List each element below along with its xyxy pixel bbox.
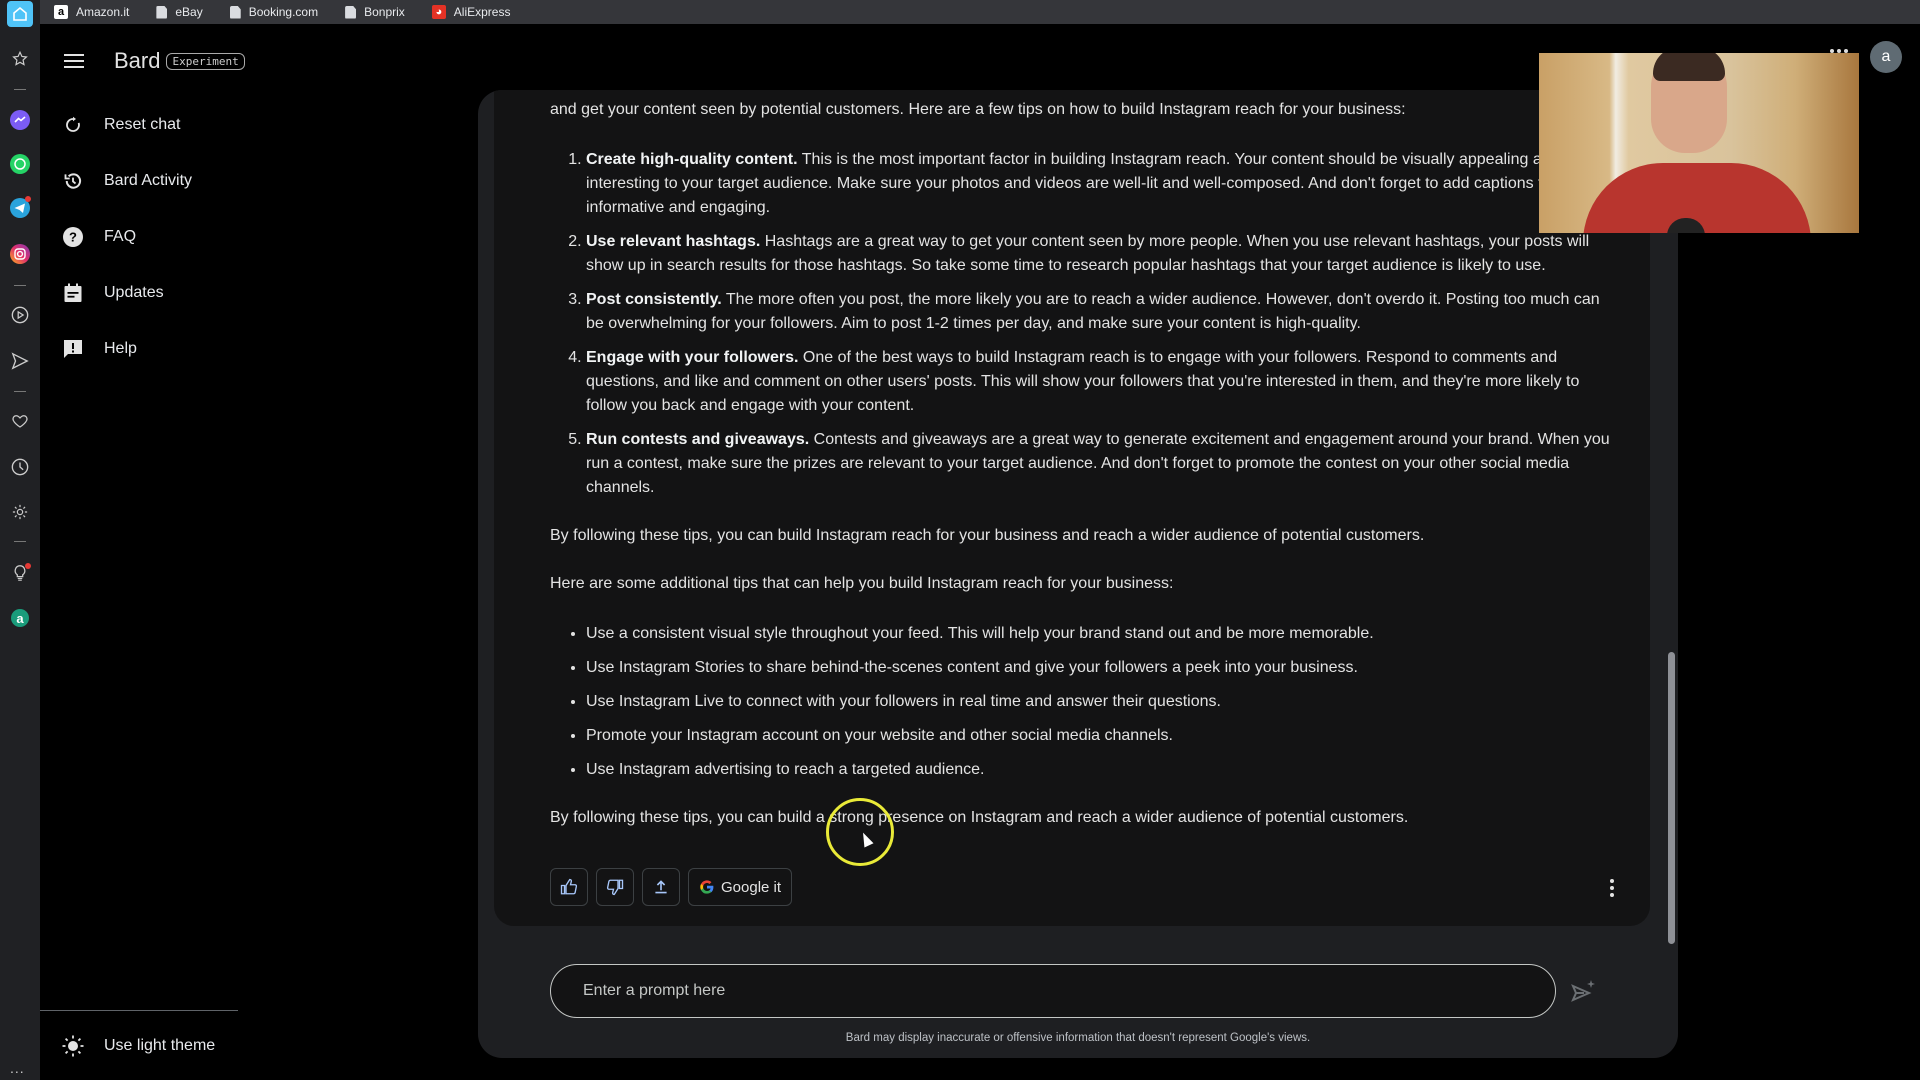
- sidebar-item-label: FAQ: [104, 228, 137, 245]
- thumbs-down-button[interactable]: [596, 868, 634, 906]
- upload-icon: [655, 880, 667, 894]
- rail-more-icon[interactable]: ...: [10, 1060, 25, 1076]
- notification-dot: [25, 563, 31, 569]
- light-theme-toggle[interactable]: Use light theme: [62, 1035, 215, 1057]
- more-options-icon[interactable]: [1602, 876, 1622, 900]
- page-icon: [229, 5, 241, 19]
- bookmark-amazon[interactable]: a Amazon.it: [40, 0, 142, 24]
- sidebar-item-label: Bard Activity: [104, 172, 193, 189]
- send-sparkle-icon: [1571, 980, 1595, 1002]
- feedback-icon: [62, 338, 84, 360]
- thumbs-up-button[interactable]: [550, 868, 588, 906]
- bookmark-booking[interactable]: Booking.com: [216, 0, 331, 24]
- notification-dot: [25, 196, 31, 202]
- list-item: Use a consistent visual style throughout…: [586, 622, 1610, 646]
- sidebar-item-label: Updates: [104, 284, 164, 301]
- list-item: Engage with your followers. One of the b…: [586, 346, 1610, 418]
- send-button[interactable]: [1570, 978, 1596, 1004]
- star-icon[interactable]: [8, 47, 32, 71]
- sidebar-item-label: Help: [104, 340, 137, 357]
- menu-icon[interactable]: [64, 54, 84, 68]
- sidebar-item-bard-activity[interactable]: Bard Activity: [62, 170, 192, 192]
- home-icon[interactable]: [7, 1, 33, 27]
- google-it-label: Google it: [721, 878, 782, 896]
- sidebar-item-reset-chat[interactable]: Reset chat: [62, 114, 180, 136]
- list-item: Use Instagram advertising to reach a tar…: [586, 758, 1610, 782]
- thumbs-up-icon: [560, 878, 578, 895]
- response-summary: By following these tips, you can build I…: [550, 527, 1425, 544]
- bookmark-ebay[interactable]: eBay: [142, 0, 215, 24]
- help-circle-icon: ?: [62, 226, 84, 248]
- prompt-input[interactable]: [581, 981, 1555, 1001]
- gear-icon[interactable]: [8, 500, 32, 524]
- calendar-icon: [62, 282, 84, 304]
- history-icon: [62, 170, 84, 192]
- messenger-icon[interactable]: [8, 108, 32, 132]
- list-item: Use Instagram Stories to share behind-th…: [586, 656, 1610, 680]
- additional-tips-intro: Here are some additional tips that can h…: [550, 575, 1174, 592]
- additional-tips-list: Use a consistent visual style throughout…: [550, 622, 1610, 782]
- rail-divider: [14, 285, 26, 286]
- heart-icon[interactable]: [8, 409, 32, 433]
- response-text: and get your content seen by potential c…: [550, 98, 1610, 830]
- sidebar-divider: [40, 1010, 238, 1011]
- sidebar-item-faq[interactable]: ? FAQ: [62, 226, 136, 248]
- page-icon: [345, 5, 357, 19]
- send-icon[interactable]: [8, 349, 32, 373]
- sidebar-item-updates[interactable]: Updates: [62, 282, 164, 304]
- response-actions: Google it: [550, 868, 793, 906]
- sidebar-item-help[interactable]: Help: [62, 338, 137, 360]
- svg-text:?: ?: [69, 230, 77, 245]
- share-button[interactable]: [642, 868, 680, 906]
- whatsapp-icon[interactable]: [8, 152, 32, 176]
- list-item: Run contests and giveaways. Contests and…: [586, 428, 1610, 500]
- chat-panel: and get your content seen by potential c…: [478, 90, 1678, 1058]
- list-item: Use relevant hashtags. Hashtags are a gr…: [586, 230, 1610, 278]
- prompt-input-container: [550, 964, 1556, 1018]
- rail-divider: [14, 391, 26, 392]
- app-rail: a ...: [0, 0, 40, 1080]
- tips-list: Create high-quality content. This is the…: [550, 148, 1610, 500]
- sidebar: Bard Experiment Reset chat Bard Activity…: [40, 24, 245, 1080]
- bard-response: and get your content seen by potential c…: [494, 90, 1650, 926]
- disclaimer: Bard may display inaccurate or offensive…: [845, 1032, 1311, 1044]
- play-icon[interactable]: [8, 303, 32, 327]
- sidebar-item-label: Reset chat: [104, 116, 181, 133]
- list-item: Create high-quality content. This is the…: [586, 148, 1610, 220]
- page-icon: [156, 5, 168, 19]
- reset-icon: [62, 114, 84, 136]
- rail-divider: [14, 541, 26, 542]
- app-more-icon[interactable]: [1830, 49, 1848, 53]
- user-avatar[interactable]: a: [1870, 41, 1902, 73]
- sidebar-header: Bard Experiment: [64, 48, 245, 74]
- instagram-icon[interactable]: [8, 242, 32, 266]
- rail-divider: [14, 89, 26, 90]
- response-conclusion: By following these tips, you can build a…: [550, 809, 1409, 826]
- response-intro: and get your content seen by potential c…: [550, 101, 1406, 118]
- aliexpress-icon: ◕: [431, 5, 446, 19]
- list-item: Use Instagram Live to connect with your …: [586, 690, 1610, 714]
- list-item: Promote your Instagram account on your w…: [586, 724, 1610, 748]
- theme-toggle-label: Use light theme: [104, 1037, 216, 1054]
- google-it-button[interactable]: Google it: [688, 868, 793, 906]
- bookmarks-bar: a Amazon.it eBay Booking.com Bonprix ◕ A…: [40, 0, 1920, 24]
- amazon-icon: a: [54, 5, 68, 19]
- bookmark-bonprix[interactable]: Bonprix: [331, 0, 418, 24]
- list-item: Post consistently. The more often you po…: [586, 288, 1610, 336]
- brand-title: Bard: [114, 48, 161, 73]
- bookmark-aliexpress[interactable]: ◕ AliExpress: [418, 0, 524, 24]
- google-icon: [700, 880, 714, 894]
- experiment-badge: Experiment: [166, 52, 245, 70]
- thumbs-down-icon: [606, 879, 624, 896]
- clock-icon[interactable]: [8, 455, 32, 479]
- scrollbar-thumb[interactable]: [1668, 652, 1675, 944]
- sun-icon: [62, 1035, 84, 1057]
- account-icon[interactable]: a: [8, 606, 32, 630]
- webcam-overlay: [1539, 53, 1859, 233]
